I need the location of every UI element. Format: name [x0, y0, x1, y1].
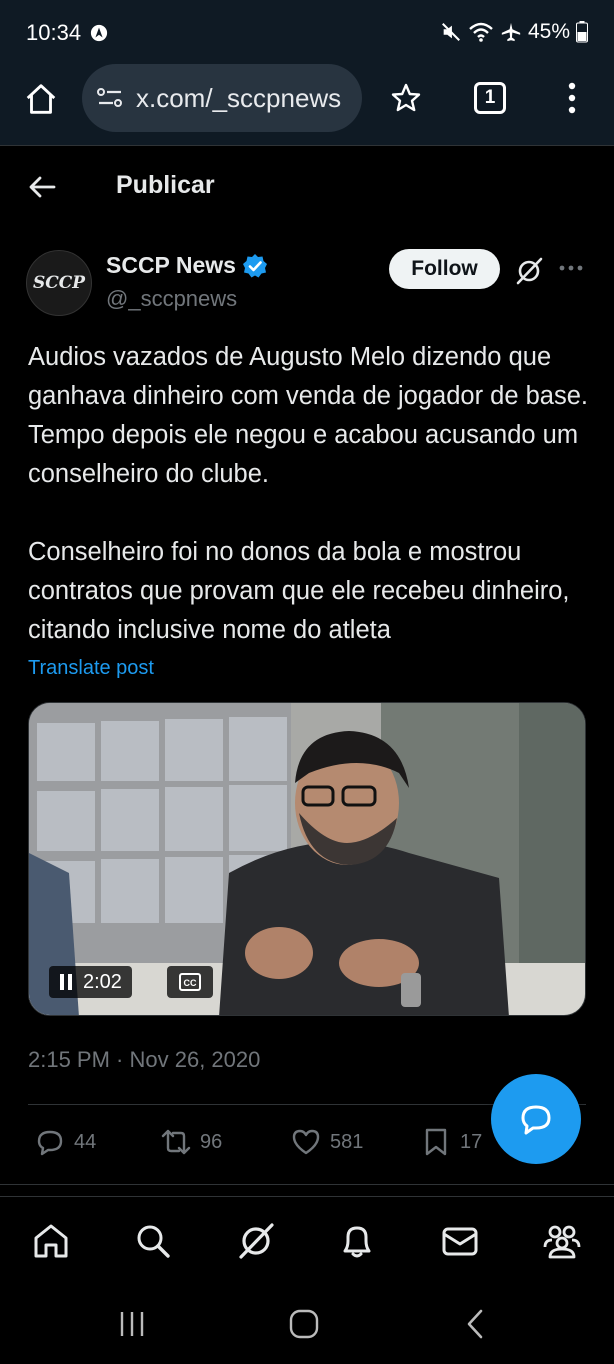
tab-switcher-button[interactable]: 1 [474, 82, 506, 114]
nav-home-icon[interactable] [31, 1221, 71, 1261]
reply-count: 44 [74, 1130, 97, 1153]
avatar-logo-text: SCCP [32, 273, 86, 293]
bookmark-button[interactable]: 17 [420, 1126, 482, 1158]
page-title: Publicar [116, 171, 215, 199]
bookmark-count: 17 [460, 1130, 483, 1153]
post-text: Audios vazados de Augusto Melo dizendo q… [28, 338, 594, 689]
reply-button[interactable]: 44 [34, 1126, 96, 1158]
airplane-icon [501, 22, 521, 42]
like-count: 581 [330, 1130, 364, 1153]
back-arrow-icon[interactable] [28, 173, 56, 201]
chat-bubble-icon[interactable] [517, 1100, 555, 1138]
mute-icon [442, 23, 460, 41]
address-bar[interactable]: x.com/_sccpnews [82, 64, 362, 132]
repost-icon[interactable] [160, 1126, 192, 1158]
status-time: 10:34 [26, 20, 82, 45]
system-back-icon[interactable] [458, 1308, 494, 1340]
nav-notifications-icon[interactable] [337, 1221, 377, 1261]
heart-icon[interactable] [290, 1126, 322, 1158]
page-header: Publicar [0, 147, 614, 229]
status-bar: 10:34 45% [0, 0, 614, 64]
avatar[interactable]: SCCP [26, 250, 92, 316]
translate-post-link[interactable]: Translate post [28, 657, 154, 680]
browser-menu-icon[interactable] [565, 82, 579, 114]
bookmark-star-icon[interactable] [390, 82, 422, 114]
nav-messages-icon[interactable] [440, 1221, 480, 1261]
battery-percent: 45% [527, 20, 570, 43]
status-icons: 45% [440, 20, 588, 44]
nav-search-icon[interactable] [133, 1221, 173, 1261]
wifi-icon [469, 22, 493, 42]
url-text[interactable]: x.com/_sccpnews [136, 83, 341, 114]
bookmark-icon[interactable] [420, 1126, 452, 1158]
repost-button[interactable]: 96 [160, 1126, 222, 1158]
recent-apps-icon[interactable] [114, 1308, 150, 1340]
post-timestamp[interactable]: 2:15 PM · Nov 26, 2020 [28, 1047, 260, 1073]
grok-icon[interactable] [514, 256, 544, 286]
repost-count: 96 [200, 1130, 223, 1153]
nav-communities-icon[interactable] [542, 1221, 582, 1261]
nav-grok-icon[interactable] [236, 1221, 276, 1261]
pause-icon[interactable] [59, 974, 73, 990]
video-time: 2:02 [83, 970, 122, 993]
chat-fab-button[interactable] [491, 1074, 581, 1164]
divider [0, 1184, 614, 1185]
video-controls: 2:02 [49, 966, 132, 998]
browser-toolbar: x.com/_sccpnews 1 [0, 64, 614, 146]
video-player[interactable]: 2:02 CC [28, 702, 586, 1016]
author-handle[interactable]: @_sccpnews [106, 286, 237, 312]
like-button[interactable]: 581 [290, 1126, 363, 1158]
navigation-icon [90, 24, 108, 42]
bottom-navigation [0, 1196, 614, 1286]
captions-button[interactable]: CC [167, 966, 213, 998]
follow-button[interactable]: Follow [389, 249, 500, 289]
captions-label: CC [184, 978, 197, 988]
post-paragraph: Conselheiro foi no donos da bola e mostr… [28, 538, 570, 644]
more-options-icon[interactable] [558, 264, 584, 272]
author-row: SCCP News [106, 252, 268, 279]
post-paragraph: Audios vazados de Augusto Melo dizendo q… [28, 343, 588, 488]
reply-icon[interactable] [34, 1126, 66, 1158]
verified-badge-icon [242, 253, 267, 277]
site-settings-icon[interactable] [96, 86, 124, 110]
captions-icon[interactable]: CC [179, 973, 201, 991]
home-icon[interactable] [22, 80, 60, 118]
author-name[interactable]: SCCP News [106, 252, 236, 279]
battery-icon [576, 21, 588, 43]
system-navigation-bar [0, 1286, 614, 1364]
home-button-icon[interactable] [286, 1308, 322, 1340]
